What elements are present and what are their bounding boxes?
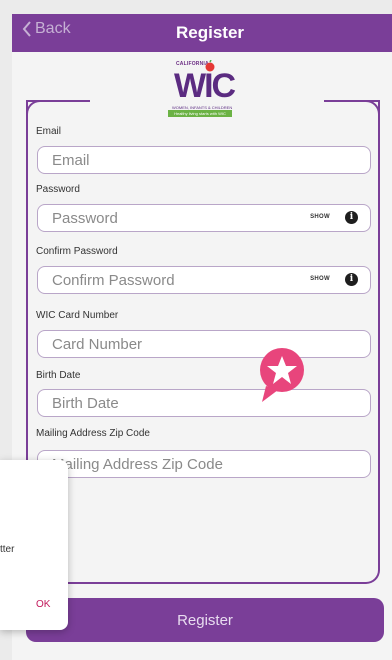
confirm-password-field[interactable]: SHOW i: [37, 266, 371, 294]
app-screen: Back Register CALIFORNIA WIC WOMEN, INFA…: [12, 14, 392, 660]
dialog-ok-button[interactable]: OK: [36, 599, 50, 610]
logo-brand-text: WIC: [174, 67, 236, 105]
card-number-input[interactable]: [52, 335, 356, 353]
show-confirm-password-toggle[interactable]: SHOW: [310, 276, 330, 282]
card-number-label: WIC Card Number: [36, 310, 119, 321]
show-password-toggle[interactable]: SHOW: [310, 214, 330, 220]
zip-label: Mailing Address Zip Code: [36, 428, 150, 439]
page-title: Register: [175, 23, 245, 42]
card-number-field[interactable]: [37, 330, 371, 358]
zip-input[interactable]: [52, 455, 356, 473]
email-input[interactable]: [52, 151, 356, 169]
info-icon[interactable]: i: [345, 211, 358, 224]
email-field[interactable]: [37, 146, 371, 174]
password-field[interactable]: SHOW i: [37, 204, 371, 232]
password-label: Password: [36, 184, 80, 195]
dialog-message: tter: [0, 544, 15, 555]
email-label: Email: [36, 126, 62, 137]
info-icon[interactable]: i: [345, 273, 358, 286]
zip-field[interactable]: [37, 450, 371, 478]
top-bar: Back Register: [12, 14, 392, 52]
frame-line: [26, 100, 90, 102]
birth-date-label: Birth Date: [36, 370, 81, 381]
register-button[interactable]: Register: [26, 598, 384, 642]
birth-date-field[interactable]: [37, 389, 371, 417]
birth-date-input[interactable]: [52, 394, 356, 412]
confirm-password-label: Confirm Password: [36, 246, 118, 257]
star-bubble-icon[interactable]: [256, 346, 308, 406]
alert-dialog: tter OK: [0, 460, 68, 630]
